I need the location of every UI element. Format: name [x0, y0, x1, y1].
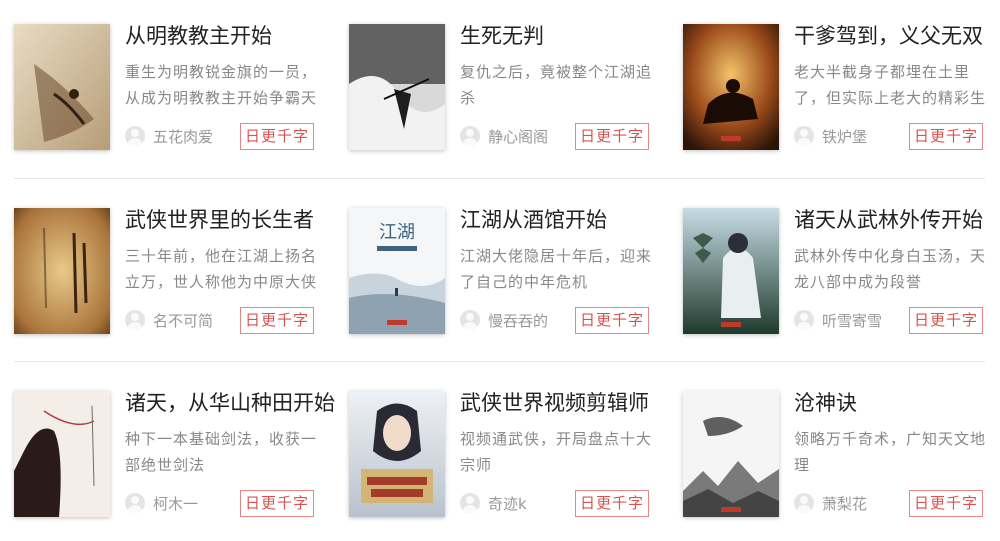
cover-fire-rider-icon	[683, 24, 779, 150]
book-card[interactable]: 诸天从武林外传开始 武林外传中化身白玉汤，天龙八部中成为段誉 听雪寄雪 日更千字	[683, 198, 1000, 338]
author-info: 萧梨花	[794, 491, 867, 515]
author-name[interactable]: 名不可简	[153, 310, 213, 331]
book-row: 从明教教主开始 重生为明教锐金旗的一员，从成为明教教主开始争霸天下 五花肉爱 日…	[0, 14, 1000, 154]
book-cover[interactable]: 江湖	[349, 208, 445, 334]
book-description: 视频通武侠，开局盘点十大宗师	[460, 430, 652, 474]
book-cover[interactable]	[349, 391, 445, 517]
update-badge[interactable]: 日更千字	[575, 123, 649, 150]
book-description: 重生为明教锐金旗的一员，从成为明教教主开始争霸天下	[125, 63, 317, 107]
author-info: 慢吞吞的	[460, 308, 548, 332]
avatar-icon	[460, 126, 480, 146]
update-badge[interactable]: 日更千字	[909, 123, 983, 150]
cover-pagoda-swordsman-icon	[683, 208, 779, 334]
book-title[interactable]: 武侠世界里的长生者	[125, 206, 335, 234]
book-title[interactable]: 生死无判	[460, 22, 670, 50]
author-name[interactable]: 五花肉爱	[153, 126, 213, 147]
book-description: 三十年前，他在江湖上扬名立万，世人称他为中原大侠	[125, 247, 317, 291]
update-badge[interactable]: 日更千字	[240, 307, 314, 334]
book-cover[interactable]	[683, 391, 779, 517]
cover-misty-lake-icon: 江湖	[349, 208, 445, 334]
book-description: 江湖大佬隐居十年后，迎来了自己的中年危机	[460, 247, 652, 291]
book-title[interactable]: 江湖从酒馆开始	[460, 206, 670, 234]
author-info: 五花肉爱	[125, 124, 213, 148]
book-card[interactable]: 武侠世界里的长生者 三十年前，他在江湖上扬名立万，世人称他为中原大侠 名不可简 …	[14, 198, 334, 338]
book-description: 老大半截身子都埋在土里了，但实际上老大的精彩生活	[794, 63, 986, 107]
author-info: 名不可简	[125, 308, 213, 332]
book-title[interactable]: 武侠世界视频剪辑师	[460, 389, 670, 417]
book-title[interactable]: 从明教教主开始	[125, 22, 335, 50]
author-info: 铁炉堡	[794, 124, 867, 148]
book-description: 复仇之后，竟被整个江湖追杀	[460, 63, 652, 107]
book-card[interactable]: 干爹驾到，义父无双 老大半截身子都埋在土里了，但实际上老大的精彩生活 铁炉堡 日…	[683, 14, 1000, 154]
book-cover[interactable]	[349, 24, 445, 150]
book-cover[interactable]	[14, 208, 110, 334]
book-title[interactable]: 诸天从武林外传开始	[794, 206, 1000, 234]
update-badge[interactable]: 日更千字	[240, 123, 314, 150]
svg-text:江湖: 江湖	[379, 222, 415, 243]
update-badge[interactable]: 日更千字	[909, 490, 983, 517]
book-title[interactable]: 诸天，从华山种田开始	[125, 389, 335, 417]
book-card[interactable]: 生死无判 复仇之后，竟被整个江湖追杀 静心阁阁 日更千字	[349, 14, 669, 154]
author-name[interactable]: 铁炉堡	[822, 126, 867, 147]
cover-ink-swordsman-icon	[349, 24, 445, 150]
avatar-icon	[125, 310, 145, 330]
book-card[interactable]: 江湖 江湖从酒馆开始 江湖大佬隐居十年后，迎来了自己的中年危机 慢吞吞的 日更千…	[349, 198, 669, 338]
book-cover[interactable]	[683, 208, 779, 334]
author-name[interactable]: 听雪寄雪	[822, 310, 882, 331]
book-card[interactable]: 从明教教主开始 重生为明教锐金旗的一员，从成为明教教主开始争霸天下 五花肉爱 日…	[14, 14, 334, 154]
book-cover[interactable]	[683, 24, 779, 150]
avatar-icon	[460, 310, 480, 330]
book-description: 武林外传中化身白玉汤，天龙八部中成为段誉	[794, 247, 986, 291]
author-info: 奇迹k	[460, 491, 527, 515]
author-name[interactable]: 萧梨花	[822, 493, 867, 514]
book-cover[interactable]	[14, 24, 110, 150]
cover-mountain-ink-icon	[683, 391, 779, 517]
avatar-icon	[794, 310, 814, 330]
update-badge[interactable]: 日更千字	[240, 490, 314, 517]
author-info: 静心阁阁	[460, 124, 548, 148]
book-card[interactable]: 武侠世界视频剪辑师 视频通武侠，开局盘点十大宗师 奇迹k 日更千字	[349, 381, 669, 521]
avatar-icon	[125, 493, 145, 513]
author-name[interactable]: 慢吞吞的	[488, 310, 548, 331]
book-row: 诸天，从华山种田开始 种下一本基础剑法，收获一部绝世剑法 柯木一 日更千字 武侠…	[0, 381, 1000, 521]
author-info: 听雪寄雪	[794, 308, 882, 332]
cover-ink-figure-icon	[14, 24, 110, 150]
cover-parchment-icon	[14, 208, 110, 334]
book-title[interactable]: 沧神诀	[794, 389, 1000, 417]
avatar-icon	[794, 126, 814, 146]
book-card[interactable]: 诸天，从华山种田开始 种下一本基础剑法，收获一部绝世剑法 柯木一 日更千字	[14, 381, 335, 521]
book-cover[interactable]	[14, 391, 110, 517]
author-name[interactable]: 静心阁阁	[488, 126, 548, 147]
avatar-icon	[794, 493, 814, 513]
avatar-icon	[125, 126, 145, 146]
book-title[interactable]: 干爹驾到，义父无双	[794, 22, 1000, 50]
book-description: 种下一本基础剑法，收获一部绝世剑法	[125, 430, 317, 474]
row-divider	[14, 361, 985, 362]
avatar-icon	[460, 493, 480, 513]
cover-cloaked-figure-icon	[14, 391, 110, 517]
book-row: 武侠世界里的长生者 三十年前，他在江湖上扬名立万，世人称他为中原大侠 名不可简 …	[0, 198, 1000, 338]
author-name[interactable]: 柯木一	[153, 493, 198, 514]
book-description: 领略万千奇术，广知天文地理	[794, 430, 986, 474]
row-divider	[14, 178, 985, 179]
cover-portrait-icon	[349, 391, 445, 517]
book-card[interactable]: 沧神诀 领略万千奇术，广知天文地理 萧梨花 日更千字	[683, 381, 1000, 521]
author-name[interactable]: 奇迹k	[488, 493, 527, 514]
update-badge[interactable]: 日更千字	[909, 307, 983, 334]
author-info: 柯木一	[125, 491, 198, 515]
update-badge[interactable]: 日更千字	[575, 490, 649, 517]
update-badge[interactable]: 日更千字	[575, 307, 649, 334]
